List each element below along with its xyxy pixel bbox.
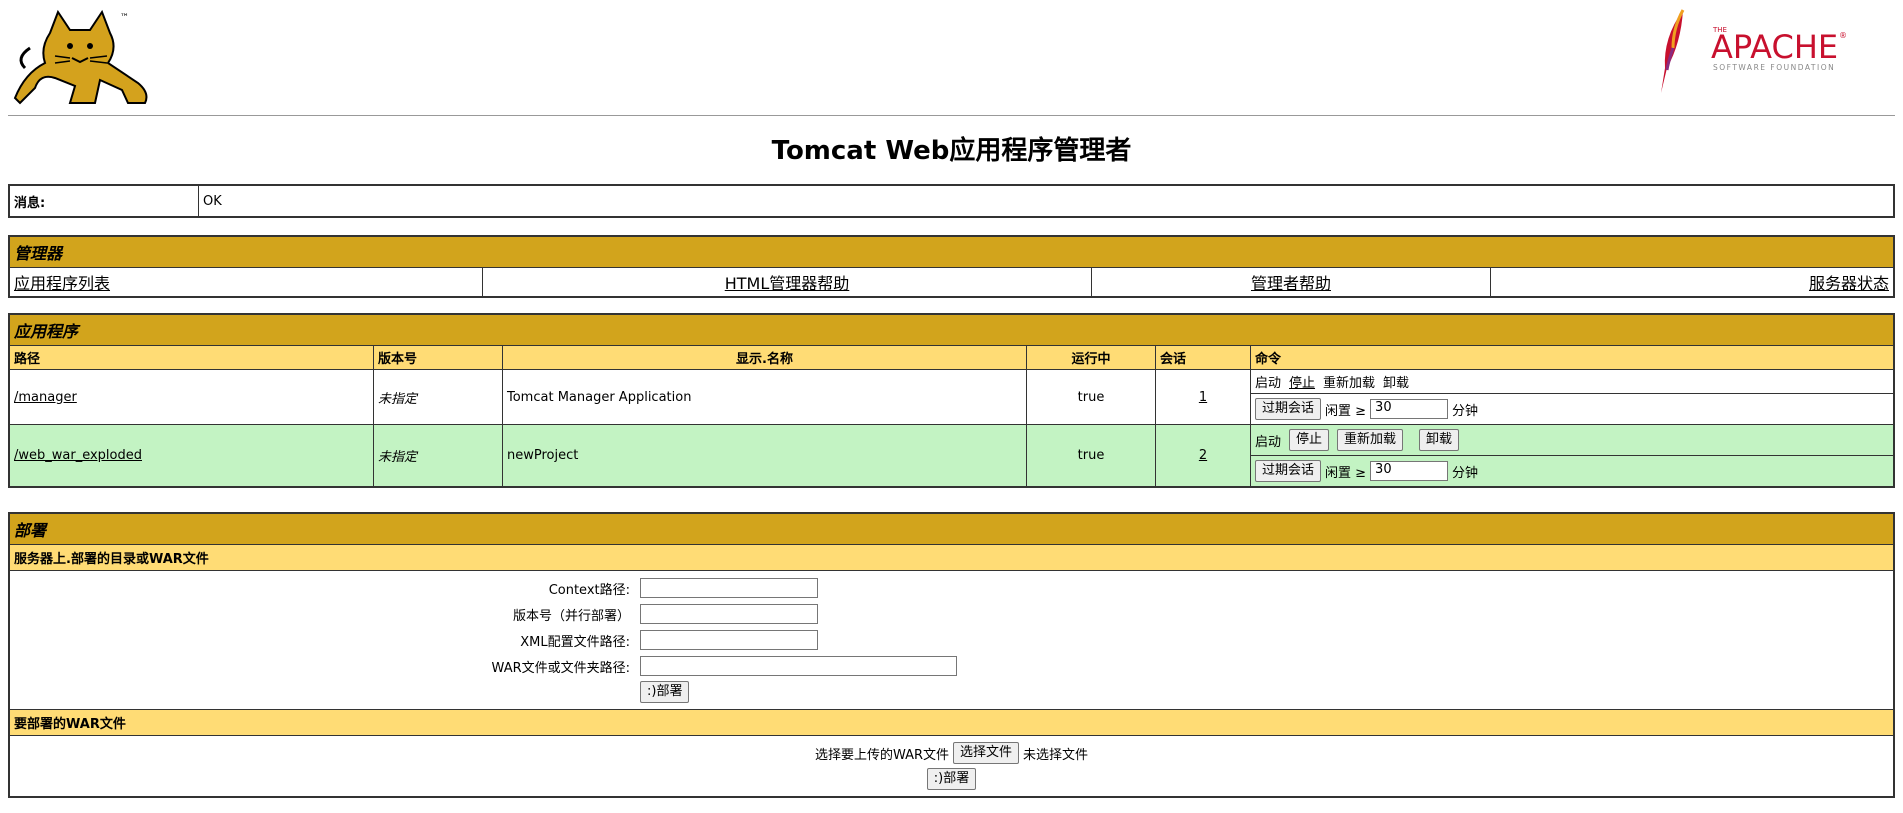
deploy-server-title: 服务器上.部署的目录或WAR文件 bbox=[8, 544, 1895, 571]
app-sessions-link[interactable]: 1 bbox=[1199, 390, 1207, 405]
app-display-name: newProject bbox=[502, 424, 1027, 488]
apache-logo[interactable]: THE APACHE ® SOFTWARE FOUNDATION bbox=[1643, 8, 1873, 98]
context-path-input[interactable] bbox=[640, 578, 818, 598]
applications-section-title: 应用程序 bbox=[8, 313, 1895, 346]
idle-input[interactable]: 30 bbox=[1370, 399, 1449, 419]
col-display-name: 显示.名称 bbox=[502, 345, 1027, 370]
app-path-link[interactable]: /web_war_exploded bbox=[14, 448, 142, 463]
app-display-name: Tomcat Manager Application bbox=[502, 369, 1027, 425]
col-commands: 命令 bbox=[1250, 345, 1895, 370]
table-row: /manager 未指定 Tomcat Manager Application … bbox=[8, 369, 1895, 425]
expire-sessions-button[interactable]: 过期会话 bbox=[1255, 460, 1322, 482]
xml-config-input[interactable] bbox=[640, 630, 818, 650]
header: ™ THE APACHE ® SOFTWARE FOUNDATION bbox=[0, 0, 1903, 110]
version-label: 版本号（并行部署） bbox=[512, 608, 630, 624]
idle-label: 闲置 ≥ bbox=[1325, 403, 1367, 419]
app-path-link[interactable]: /manager bbox=[14, 390, 77, 405]
link-html-manager-help[interactable]: HTML管理器帮助 bbox=[725, 274, 850, 293]
link-manager-help[interactable]: 管理者帮助 bbox=[1251, 274, 1331, 293]
app-running: true bbox=[1026, 369, 1156, 425]
cmd-reload-text: 重新加载 bbox=[1323, 376, 1376, 391]
message-table: 消息: OK bbox=[8, 184, 1895, 218]
apache-name-text: APACHE bbox=[1711, 28, 1838, 66]
col-version: 版本号 bbox=[373, 345, 503, 370]
app-version: 未指定 bbox=[373, 424, 503, 488]
choose-war-label: 选择要上传的WAR文件 bbox=[814, 747, 950, 763]
col-sessions: 会话 bbox=[1155, 345, 1251, 370]
col-running: 运行中 bbox=[1026, 345, 1156, 370]
cmd-undeploy-button[interactable]: 卸载 bbox=[1419, 429, 1460, 451]
deploy-section-title: 部署 bbox=[8, 512, 1895, 545]
deploy-upload-title: 要部署的WAR文件 bbox=[8, 709, 1895, 736]
manager-table: 管理器 应用程序列表 HTML管理器帮助 管理者帮助 服务器状态 bbox=[8, 235, 1895, 298]
col-path: 路径 bbox=[8, 345, 374, 370]
version-input[interactable] bbox=[640, 604, 818, 624]
tomcat-logo[interactable]: ™ bbox=[10, 8, 160, 108]
xml-config-label: XML配置文件路径: bbox=[520, 634, 630, 650]
app-sessions-link[interactable]: 2 bbox=[1199, 448, 1207, 463]
war-path-label: WAR文件或文件夹路径: bbox=[491, 660, 630, 676]
manager-section-title: 管理器 bbox=[8, 235, 1895, 268]
trademark-text: ™ bbox=[120, 13, 129, 23]
idle-label: 闲置 ≥ bbox=[1325, 465, 1367, 481]
cmd-stop-link[interactable]: 停止 bbox=[1289, 372, 1315, 391]
link-server-status[interactable]: 服务器状态 bbox=[1809, 274, 1889, 293]
message-value: OK bbox=[198, 184, 1895, 218]
message-label: 消息: bbox=[8, 184, 199, 218]
idle-input[interactable]: 30 bbox=[1370, 461, 1449, 481]
idle-unit: 分钟 bbox=[1452, 465, 1479, 481]
cmd-reload-button[interactable]: 重新加载 bbox=[1337, 429, 1404, 451]
deploy-server-button[interactable]: :)部署 bbox=[640, 681, 690, 703]
context-path-label: Context路径: bbox=[548, 582, 630, 598]
applications-table: 应用程序 路径 版本号 显示.名称 运行中 会话 命令 /manager 未指定… bbox=[8, 313, 1895, 488]
app-version: 未指定 bbox=[373, 369, 503, 425]
choose-file-button[interactable]: 选择文件 bbox=[953, 742, 1020, 764]
apache-registered-text: ® bbox=[1839, 31, 1847, 40]
cmd-undeploy-text: 卸载 bbox=[1383, 376, 1410, 391]
cmd-start-text: 启动 bbox=[1255, 376, 1282, 391]
header-divider bbox=[8, 115, 1895, 116]
deploy-upload-button[interactable]: :)部署 bbox=[926, 768, 977, 790]
idle-unit: 分钟 bbox=[1452, 403, 1479, 419]
link-app-list[interactable]: 应用程序列表 bbox=[14, 274, 110, 293]
apache-foundation-text: SOFTWARE FOUNDATION bbox=[1713, 63, 1835, 72]
page-title: Tomcat Web应用程序管理者 bbox=[771, 136, 1132, 166]
app-running: true bbox=[1026, 424, 1156, 488]
cmd-start-text: 启动 bbox=[1255, 434, 1282, 450]
cmd-stop-button[interactable]: 停止 bbox=[1289, 429, 1330, 451]
table-row: /web_war_exploded 未指定 newProject true 2 … bbox=[8, 424, 1895, 488]
deploy-table: 部署 服务器上.部署的目录或WAR文件 Context路径: 版本号（并行部署）… bbox=[8, 512, 1895, 798]
war-path-input[interactable] bbox=[640, 656, 957, 676]
no-file-text: 未选择文件 bbox=[1023, 747, 1089, 763]
expire-sessions-button[interactable]: 过期会话 bbox=[1255, 398, 1322, 420]
